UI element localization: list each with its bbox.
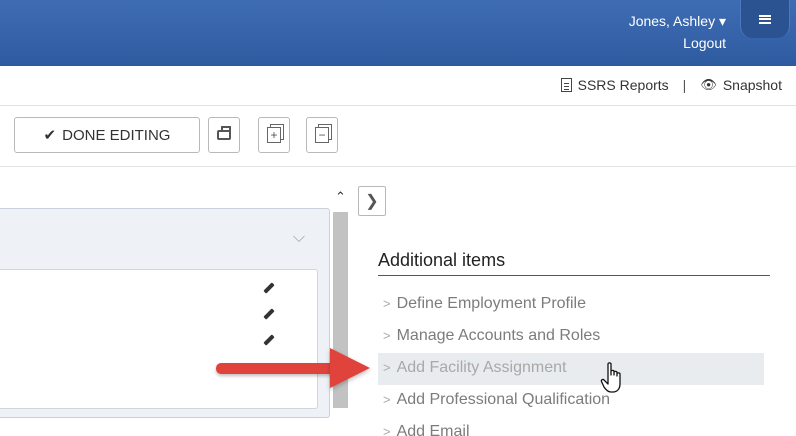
- link-separator: |: [682, 77, 687, 93]
- chevron-right-icon: >: [383, 328, 391, 343]
- arrow-shaft: [216, 363, 334, 374]
- done-editing-label: DONE EDITING: [62, 126, 171, 144]
- user-name-dropdown[interactable]: Jones, Ashley ▾: [629, 10, 726, 32]
- chevron-right-icon: >: [383, 296, 391, 311]
- divider: [0, 166, 796, 167]
- additional-item-add-professional-qualification[interactable]: > Add Professional Qualification: [378, 385, 764, 417]
- chevron-right-icon: >: [383, 360, 391, 375]
- additional-items-heading: Additional items: [378, 250, 770, 276]
- list-item-label: Add Facility Assignment: [396, 359, 567, 376]
- print-icon: [217, 126, 231, 140]
- eye-icon: 👁︎: [700, 77, 717, 92]
- report-links: SSRS Reports | 👁︎ Snapshot: [560, 77, 782, 93]
- checkmark-icon: ✔: [43, 127, 57, 144]
- expand-all-icon: +: [267, 127, 281, 143]
- chevron-right-icon: >: [383, 392, 391, 407]
- list-item-label: Manage Accounts and Roles: [396, 327, 601, 344]
- chevron-right-icon: >: [383, 424, 391, 436]
- snapshot-label: Snapshot: [722, 77, 782, 93]
- ssrs-reports-link[interactable]: SSRS Reports: [560, 77, 669, 93]
- main-menu-button[interactable]: [740, 0, 790, 38]
- list-item-label: Add Email: [396, 423, 470, 436]
- additional-item-define-employment-profile[interactable]: > Define Employment Profile: [378, 289, 764, 321]
- collapse-all-icon: −: [315, 127, 329, 143]
- document-icon: [560, 78, 572, 92]
- logout-link[interactable]: Logout: [629, 32, 726, 54]
- top-header-bar: Jones, Ashley ▾ Logout: [0, 0, 796, 66]
- red-arrow-annotation: [216, 348, 374, 388]
- list-item-label: Define Employment Profile: [396, 295, 587, 312]
- chevron-down-icon[interactable]: ⌵: [293, 229, 305, 247]
- hamburger-icon: [759, 14, 771, 24]
- expand-all-button[interactable]: +: [258, 117, 290, 153]
- sidebar-toggle-button[interactable]: ❯: [358, 186, 386, 216]
- secondary-bar: SSRS Reports | 👁︎ Snapshot: [0, 66, 796, 106]
- done-editing-button[interactable]: ✔ DONE EDITING: [14, 117, 200, 153]
- chevron-right-icon: ❯: [365, 193, 379, 210]
- additional-item-add-email[interactable]: > Add Email: [378, 417, 764, 436]
- section-content: [0, 269, 318, 409]
- pencil-icon[interactable]: [263, 308, 275, 322]
- collapse-all-button[interactable]: −: [306, 117, 338, 153]
- ssrs-reports-label: SSRS Reports: [577, 77, 669, 93]
- edit-toolbar: ✔ DONE EDITING + −: [0, 106, 796, 166]
- pencil-icon[interactable]: [263, 282, 275, 296]
- user-menu: Jones, Ashley ▾ Logout: [629, 10, 726, 54]
- snapshot-link[interactable]: 👁︎ Snapshot: [700, 77, 782, 93]
- arrow-head: [330, 348, 370, 388]
- pencil-icon[interactable]: [263, 334, 275, 348]
- additional-items-list: > Define Employment Profile > Manage Accou…: [378, 289, 770, 436]
- hand-cursor-icon: [600, 362, 621, 393]
- print-button[interactable]: [208, 117, 240, 153]
- additional-items-panel: Additional items > Define Employment Prof…: [378, 250, 770, 436]
- scroll-up-icon[interactable]: ⌃: [330, 186, 351, 208]
- additional-item-manage-accounts-and-roles[interactable]: > Manage Accounts and Roles: [378, 321, 764, 353]
- list-item-label: Add Professional Qualification: [396, 391, 611, 408]
- additional-item-add-facility-assignment[interactable]: > Add Facility Assignment: [378, 353, 764, 385]
